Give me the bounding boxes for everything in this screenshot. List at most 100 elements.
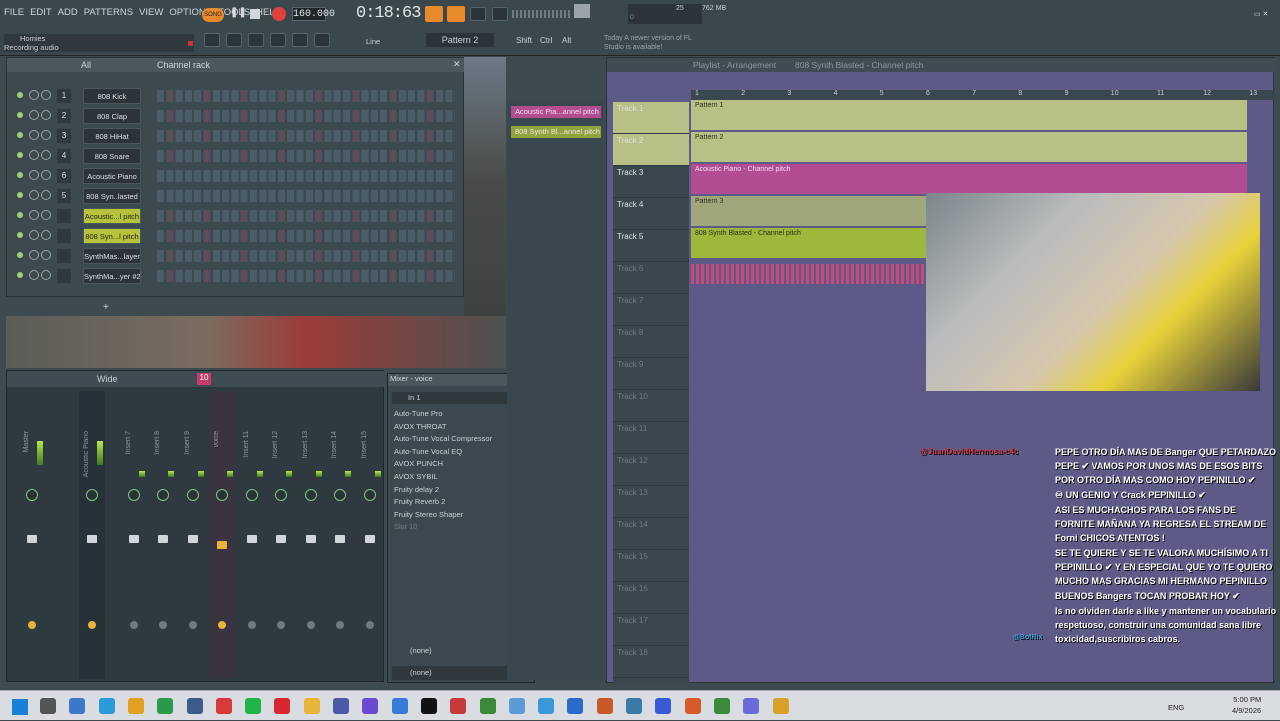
pan-knob[interactable] (41, 150, 51, 160)
taskbar-app-icon[interactable] (508, 698, 525, 714)
channel-mixer-track[interactable]: 6 (57, 169, 71, 183)
channel-mixer-track[interactable] (57, 229, 71, 243)
step-sequencer[interactable] (157, 130, 455, 142)
channel-mixer-track[interactable] (57, 249, 71, 263)
pan-knob[interactable] (41, 90, 51, 100)
stop-button[interactable] (250, 9, 260, 19)
send-led-icon[interactable] (129, 621, 138, 629)
channel-row[interactable]: 3 808 HiHat (13, 128, 457, 146)
mixer-strip[interactable]: Insert 12 (268, 391, 294, 679)
ctrl-button[interactable]: Ctrl (540, 36, 552, 45)
language-indicator[interactable]: ENG (1168, 703, 1184, 712)
mixer-strip[interactable]: Insert 8 (150, 391, 176, 679)
track-header[interactable]: Track 11 (613, 422, 689, 454)
tempo-display[interactable]: 160.000 (292, 7, 335, 21)
record-button[interactable] (272, 7, 286, 21)
taskbar-app-icon[interactable] (40, 698, 56, 714)
start-icon[interactable] (12, 699, 28, 715)
track-header[interactable]: Track 8 (613, 326, 689, 358)
channel-name-button[interactable]: 808 Clap (83, 108, 141, 124)
send-led-icon[interactable] (336, 621, 344, 629)
mixer-icon[interactable] (292, 33, 308, 47)
track-header[interactable]: Track 7 (613, 294, 689, 326)
channel-led-icon[interactable] (17, 132, 23, 138)
channel-row[interactable]: 2 808 Clap (13, 108, 457, 126)
pan-knob[interactable] (41, 130, 51, 140)
track-header[interactable]: Track 5 (613, 230, 689, 262)
mixer-strip[interactable]: Insert 14 (327, 391, 353, 679)
mixer-strip[interactable]: Master (19, 391, 45, 679)
send-led-icon[interactable] (247, 621, 256, 629)
channel-name-button[interactable]: Acoustic...l pitch (83, 208, 141, 224)
pan-knob[interactable] (216, 489, 228, 501)
track-header[interactable]: Track 16 (613, 582, 689, 614)
taskbar-app-icon[interactable] (479, 698, 496, 714)
step-sequencer[interactable] (157, 170, 455, 182)
piano-roll-icon[interactable] (226, 33, 242, 47)
pattern-selector[interactable]: Pattern 2 (426, 33, 494, 47)
taskbar-app-icon[interactable] (684, 698, 701, 714)
pan-knob[interactable] (245, 489, 258, 501)
taskbar-app-icon[interactable] (274, 698, 291, 714)
channel-pill-piano[interactable]: Acoustic Pia...annel pitch (511, 106, 601, 118)
clip-pattern-3[interactable]: Pattern 3 (691, 196, 927, 226)
effect-slot[interactable]: Auto-Tune Pro (394, 408, 512, 420)
plugin-picker-icon[interactable] (314, 33, 330, 47)
effect-slot[interactable]: Fruity delay 2 (394, 484, 512, 496)
input-selector[interactable]: In 1 (392, 392, 510, 404)
playlist-icon[interactable] (204, 33, 220, 47)
pan-knob[interactable] (127, 489, 140, 501)
pan-knob[interactable] (41, 170, 51, 180)
volume-knob[interactable] (29, 230, 39, 240)
mixer-strip[interactable]: Insert 7 (121, 391, 147, 679)
browser-icon[interactable] (248, 33, 264, 47)
volume-knob[interactable] (29, 90, 39, 100)
mixer-strip[interactable]: voice (209, 391, 235, 679)
pan-knob[interactable] (186, 489, 199, 501)
effect-slot[interactable]: Auto-Tune Vocal EQ (394, 446, 512, 458)
effect-slot[interactable]: AVOX PUNCH (394, 458, 512, 470)
pan-knob[interactable] (275, 489, 287, 501)
blend-button[interactable] (470, 7, 486, 21)
taskbar-app-icon[interactable] (127, 698, 144, 714)
taskbar-app-icon[interactable] (772, 698, 789, 714)
send-led-icon[interactable] (218, 621, 226, 629)
mixer-strip[interactable]: Insert 9 (180, 391, 206, 679)
channel-mixer-track[interactable]: 3 (57, 129, 71, 143)
volume-fader[interactable] (335, 535, 345, 543)
channel-led-icon[interactable] (17, 92, 23, 98)
track-header[interactable]: Track 4 (613, 198, 689, 230)
track-header[interactable]: Track 14 (613, 518, 689, 550)
clock[interactable]: 5:00 PM 4/9/2026 (1232, 694, 1261, 716)
track-header[interactable]: Track 15 (613, 550, 689, 582)
send-led-icon[interactable] (188, 621, 197, 629)
volume-fader[interactable] (128, 535, 139, 543)
track-header[interactable]: Track 18 (613, 646, 689, 678)
menu-file[interactable]: FILE (4, 7, 24, 18)
steps-button[interactable] (492, 7, 508, 21)
taskbar-app-icon[interactable] (215, 698, 232, 714)
channel-name-button[interactable]: Acoustic Piano (83, 168, 141, 184)
clip-pattern-1[interactable]: Pattern 1 (691, 100, 1247, 130)
add-channel-button[interactable]: + (103, 302, 109, 313)
channel-name-button[interactable]: 808 Snare (83, 148, 141, 164)
taskbar-app-icon[interactable] (186, 698, 203, 714)
pan-knob[interactable] (41, 230, 51, 240)
clip-piano[interactable]: Acoustic Piano - Channel pitch (691, 164, 1247, 194)
taskbar-app-icon[interactable] (245, 698, 262, 714)
effect-slot[interactable]: Fruity Stereo Shaper (394, 509, 512, 521)
channel-mixer-track[interactable]: 4 (57, 149, 71, 163)
channel-row[interactable]: 1 808 Kick (13, 88, 457, 106)
step-sequencer[interactable] (157, 210, 455, 222)
channel-row[interactable]: Acoustic...l pitch (13, 208, 457, 226)
volume-knob[interactable] (29, 110, 39, 120)
effect-slot[interactable]: Auto-Tune Vocal Compressor (394, 433, 512, 445)
channel-pill-synth[interactable]: 808 Synth Bl...annel pitch (511, 126, 601, 138)
channel-row[interactable]: 4 808 Snare (13, 148, 457, 166)
volume-knob[interactable] (29, 170, 39, 180)
channel-led-icon[interactable] (17, 212, 23, 218)
effect-slot[interactable]: Fruity Reverb 2 (394, 496, 512, 508)
effect-slot[interactable]: AVOX THROAT (394, 421, 512, 433)
audio-clip-waveform[interactable] (691, 264, 927, 284)
taskbar-app-icon[interactable] (391, 698, 408, 714)
